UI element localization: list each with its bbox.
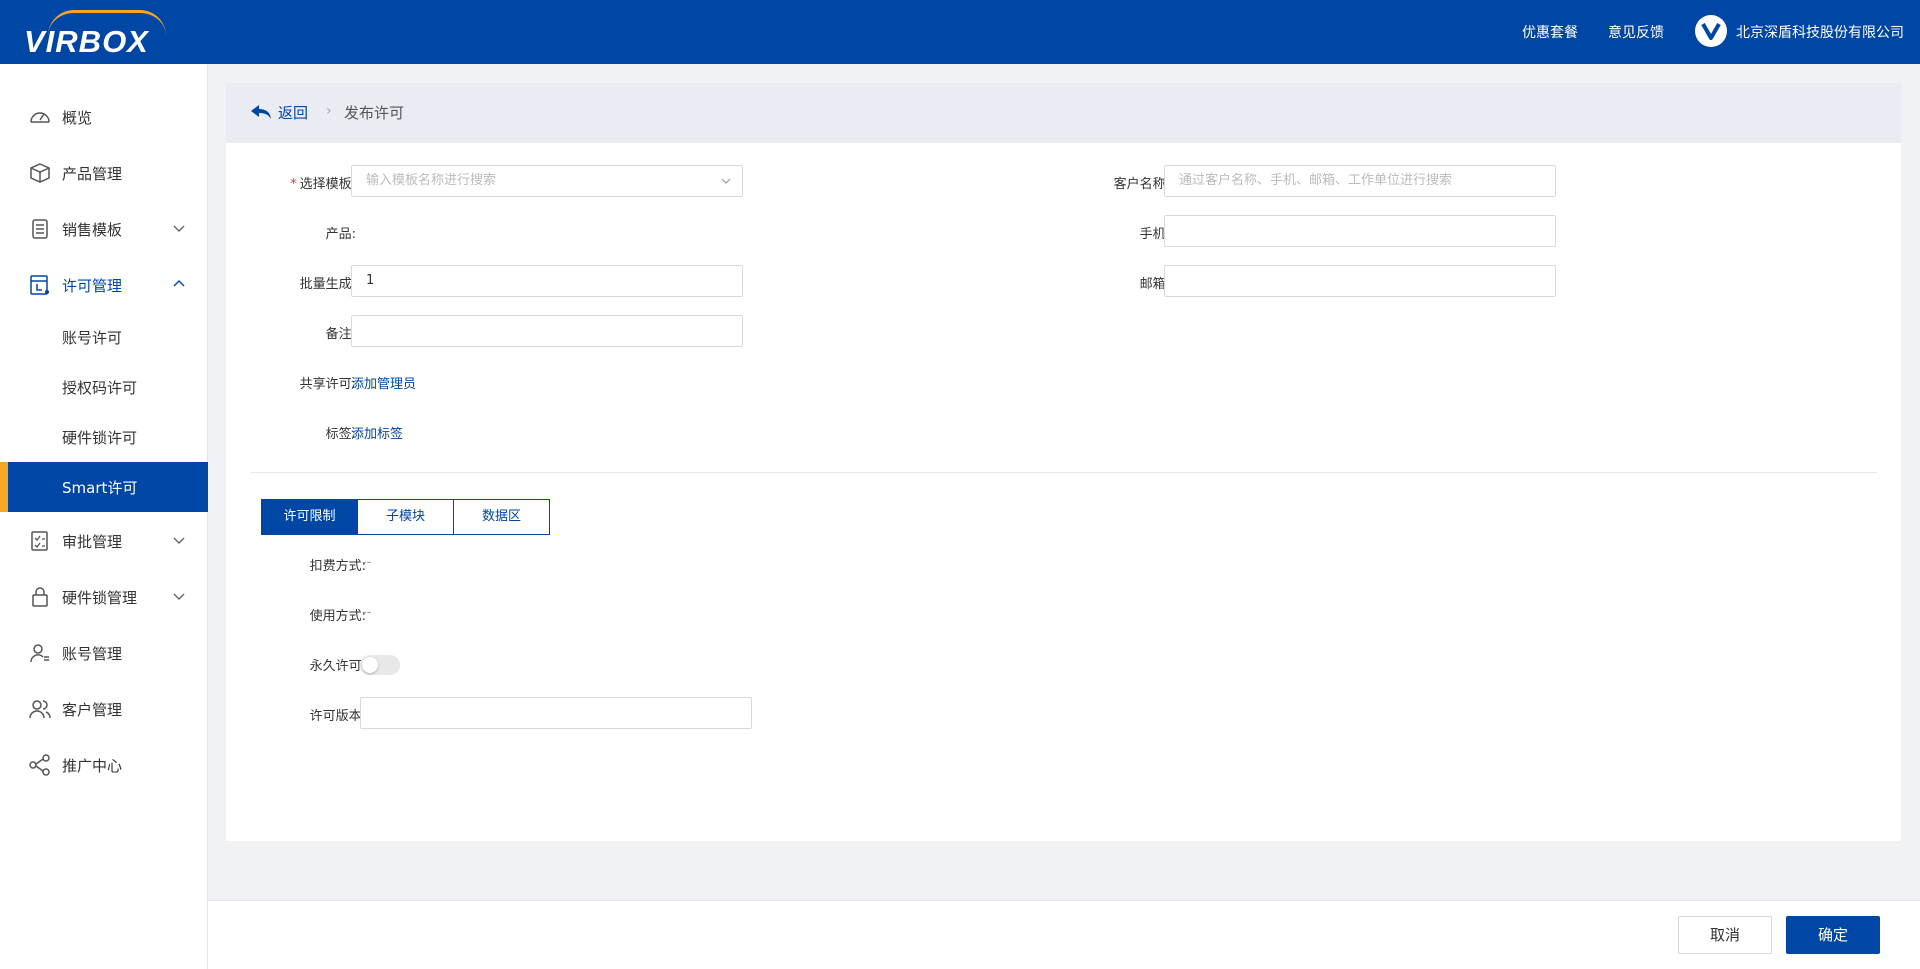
- sidebar-item-label: 硬件锁管理: [62, 589, 138, 607]
- tab-submodules[interactable]: 子模块: [357, 499, 454, 535]
- breadcrumb-separator: ›: [326, 103, 332, 119]
- back-arrow-icon: [251, 105, 271, 119]
- sidebar-item-label: 推广中心: [62, 757, 123, 775]
- template-label-text: 选择模板:: [299, 177, 356, 192]
- section-divider: [250, 472, 1877, 473]
- license-icon: [30, 275, 49, 295]
- remark-label: 备注:: [325, 327, 356, 342]
- sidebar-item-account[interactable]: 账号管理: [0, 628, 208, 678]
- usage-label: 使用方式:: [309, 609, 366, 624]
- chevron-down-icon: [173, 225, 185, 232]
- version-label: 许可版本:: [309, 709, 366, 724]
- sidebar-item-overview[interactable]: 概览: [0, 92, 208, 142]
- batch-label: 批量生成:: [299, 277, 356, 292]
- sidebar-subitem-label: 账号许可: [62, 329, 123, 347]
- sidebar-item-hardware-lock[interactable]: 硬件锁管理: [0, 572, 208, 622]
- permanent-label: 永久许可:: [309, 659, 366, 674]
- share-label: 共享许可:: [299, 377, 356, 392]
- sidebar-item-license-management[interactable]: 许可管理: [0, 260, 208, 310]
- phone-input[interactable]: [1164, 215, 1556, 247]
- add-tag-link[interactable]: 添加标签: [351, 423, 403, 442]
- chevron-down-icon: [173, 537, 185, 544]
- charge-value: --: [362, 555, 372, 570]
- top-link-feedback[interactable]: 意见反馈: [1608, 22, 1664, 42]
- sidebar-subitem-smart-license[interactable]: Smart许可: [0, 462, 208, 512]
- permanent-license-toggle[interactable]: [360, 655, 400, 675]
- chevron-down-icon: [721, 178, 731, 184]
- sidebar-item-label: 客户管理: [62, 701, 123, 719]
- email-label: 邮箱:: [1139, 277, 1170, 292]
- customer-search-input[interactable]: 通过客户名称、手机、邮箱、工作单位进行搜索: [1164, 165, 1556, 197]
- main-card: 返回 › 发布许可 * 选择模板: 输入模板名称进行搜索 产品: 批量生成: 1 …: [226, 83, 1901, 841]
- product-label: 产品:: [325, 227, 356, 242]
- required-mark: *: [290, 177, 297, 192]
- lock-icon: [32, 587, 48, 607]
- usage-value: --: [362, 605, 372, 620]
- tab-data-area[interactable]: 数据区: [453, 499, 550, 535]
- user-icon: [30, 644, 49, 663]
- charge-label: 扣费方式:: [309, 559, 366, 574]
- sidebar-item-products[interactable]: 产品管理: [0, 148, 208, 198]
- sidebar-item-label: 账号管理: [62, 645, 123, 663]
- sidebar-item-label: 产品管理: [62, 165, 123, 183]
- logo-text: VIRBOX: [24, 24, 149, 59]
- dashboard-icon: [30, 112, 50, 123]
- company-logo-icon[interactable]: [1695, 15, 1727, 47]
- email-input[interactable]: [1164, 265, 1556, 297]
- tab-license-limits[interactable]: 许可限制: [261, 499, 358, 535]
- sidebar-subitem-label: 硬件锁许可: [62, 429, 138, 447]
- page-title: 发布许可: [344, 104, 405, 122]
- customer-label: 客户名称:: [1113, 177, 1170, 192]
- footer-bar: 取消 确定: [208, 900, 1920, 969]
- tag-label: 标签:: [325, 427, 356, 442]
- sidebar-subitem-authcode-license[interactable]: 授权码许可: [0, 362, 208, 412]
- sidebar-item-promotion[interactable]: 推广中心: [0, 740, 208, 790]
- phone-label: 手机:: [1139, 227, 1170, 242]
- top-bar: VIRBOX 优惠套餐 意见反馈 北京深盾科技股份有限公司: [0, 0, 1920, 64]
- template-select[interactable]: 输入模板名称进行搜索: [351, 165, 743, 197]
- customers-icon: [29, 700, 51, 719]
- sidebar-item-label: 销售模板: [62, 221, 123, 239]
- template-label: * 选择模板:: [256, 173, 356, 192]
- chevron-down-icon: [173, 593, 185, 600]
- sidebar-subitem-label: 授权码许可: [62, 379, 138, 397]
- confirm-button[interactable]: 确定: [1786, 916, 1880, 954]
- cancel-button[interactable]: 取消: [1678, 916, 1772, 954]
- template-placeholder: 输入模板名称进行搜索: [366, 173, 497, 188]
- share-icon: [29, 754, 50, 776]
- sidebar-item-label: 许可管理: [62, 277, 123, 295]
- approval-icon: [31, 531, 48, 551]
- sidebar-item-label: 概览: [62, 109, 93, 127]
- add-admin-link[interactable]: 添加管理员: [351, 373, 416, 392]
- breadcrumb: 返回 › 发布许可: [226, 83, 1901, 143]
- sidebar-item-label: 审批管理: [62, 533, 123, 551]
- sidebar-item-sales-template[interactable]: 销售模板: [0, 204, 208, 254]
- sidebar: 概览 产品管理 销售模板 许可管理 账号许可 授权码许可 硬件锁许可 Smart…: [0, 64, 208, 969]
- chevron-up-icon: [173, 280, 185, 287]
- sidebar-subitem-account-license[interactable]: 账号许可: [0, 312, 208, 362]
- virbox-logo[interactable]: VIRBOX: [24, 10, 184, 59]
- sidebar-item-approval[interactable]: 审批管理: [0, 516, 208, 566]
- box-icon: [30, 163, 50, 183]
- sidebar-subitem-hardware-license[interactable]: 硬件锁许可: [0, 412, 208, 462]
- version-input[interactable]: [360, 697, 752, 729]
- sidebar-subitem-label: Smart许可: [62, 479, 138, 497]
- remark-input[interactable]: [351, 315, 743, 347]
- top-link-packages[interactable]: 优惠套餐: [1522, 22, 1578, 42]
- template-icon: [32, 219, 48, 239]
- back-label: 返回: [278, 104, 309, 122]
- batch-input[interactable]: 1: [351, 265, 743, 297]
- company-name[interactable]: 北京深盾科技股份有限公司: [1736, 22, 1904, 42]
- sidebar-item-customers[interactable]: 客户管理: [0, 684, 208, 734]
